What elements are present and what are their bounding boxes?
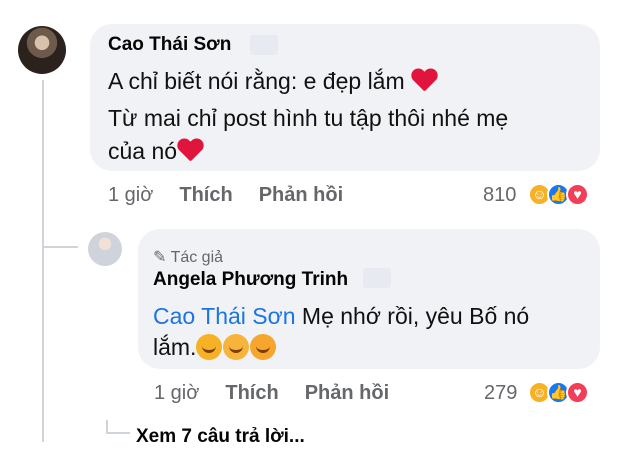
love-reaction-icon: ♥ — [566, 183, 589, 206]
comment-author[interactable]: Cao Thái Sơn — [108, 34, 231, 56]
love-reaction-icon: ♥ — [566, 381, 589, 404]
reply-button[interactable]: Phản hồi — [305, 382, 389, 405]
reaction-count[interactable]: 810 — [483, 184, 516, 207]
reply-line2: lắm. — [153, 328, 277, 366]
comment-time[interactable]: 1 giờ — [108, 184, 153, 207]
mention-link[interactable]: Cao Thái Sơn — [153, 303, 296, 329]
comment-bubble: Cao Thái Sơn A chỉ biết nói rằng: e đẹp … — [90, 24, 600, 171]
thread-connector — [42, 246, 78, 248]
reply-actions: 1 giờ Thích Phản hồi — [154, 382, 389, 405]
reply-button[interactable]: Phản hồi — [259, 184, 343, 207]
reply-author[interactable]: Angela Phương Trinh — [153, 269, 348, 291]
author-badge-blur — [363, 268, 391, 288]
heart-icon — [411, 69, 437, 92]
like-button[interactable]: Thích — [225, 382, 278, 405]
reaction-count[interactable]: 279 — [484, 382, 517, 405]
wink-tongue-emoji-icon — [196, 334, 223, 360]
more-thread-connector — [106, 432, 130, 434]
avatar[interactable] — [18, 26, 66, 74]
comment-line1: A chỉ biết nói rằng: e đẹp lắm — [108, 62, 437, 100]
more-thread-line — [106, 420, 108, 432]
comment-line3: của nó — [108, 132, 203, 170]
reply-bubble: ✎ Tác giả Angela Phương Trinh Cao Thái S… — [138, 229, 600, 369]
comment-actions: 1 giờ Thích Phản hồi — [108, 184, 343, 207]
thread-line — [42, 80, 44, 442]
reply-avatar[interactable] — [88, 232, 122, 266]
author-badge: ✎ Tác giả — [153, 249, 224, 266]
pen-icon: ✎ — [153, 249, 167, 266]
kiss-emoji-icon — [250, 334, 277, 360]
smiling-hearts-emoji-icon — [223, 334, 250, 360]
heart-icon — [177, 139, 203, 162]
like-button[interactable]: Thích — [179, 184, 232, 207]
reply-time[interactable]: 1 giờ — [154, 382, 199, 405]
author-badge — [250, 35, 278, 55]
view-more-replies-link[interactable]: Xem 7 câu trả lời... — [136, 426, 305, 448]
